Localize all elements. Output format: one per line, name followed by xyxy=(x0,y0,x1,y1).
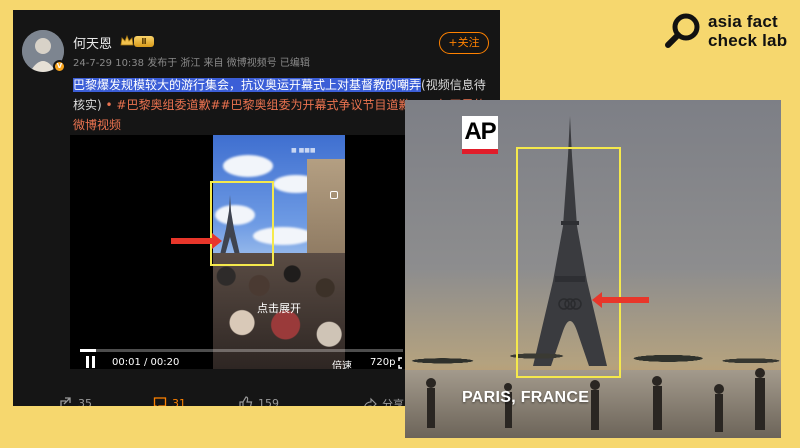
comment-count: 31 xyxy=(172,396,186,407)
ap-photo: AP PARIS, FRANCE xyxy=(405,100,781,438)
progress-bar[interactable] xyxy=(80,349,403,352)
ap-logo-text: AP xyxy=(464,118,496,145)
quality-button[interactable]: 720p xyxy=(370,357,395,368)
comment-button[interactable]: 31 xyxy=(153,396,186,406)
speed-button[interactable]: 倍速 xyxy=(332,357,352,369)
share-count-button[interactable]: 35 xyxy=(59,396,92,406)
location-caption: PARIS, FRANCE xyxy=(462,389,590,406)
post-hashtags[interactable]: • #巴黎奥组委道歉##巴黎奥组委为开幕式争议节目道歉# xyxy=(102,98,421,112)
video-watermark: ■ ■■■ xyxy=(291,147,316,154)
share-button[interactable]: 分享 xyxy=(363,396,404,406)
magnifier-icon xyxy=(665,13,700,48)
arrow-left-icon xyxy=(601,297,649,303)
level-badge: Ⅱ xyxy=(134,36,154,47)
like-count: 159 xyxy=(258,396,279,407)
cloud xyxy=(223,155,273,177)
building xyxy=(307,159,345,259)
follow-button[interactable]: +关注 xyxy=(439,32,489,54)
playback-time: 00:01 / 00:20 xyxy=(112,357,180,368)
share-count: 35 xyxy=(78,396,92,407)
highlight-box-ap xyxy=(516,147,621,378)
post-text-highlighted: 巴黎爆发规模较大的游行集会，抗议奥运开幕式上对基督教的嘲弄 xyxy=(73,78,422,92)
username[interactable]: 何天恩 xyxy=(73,33,112,52)
comment-icon xyxy=(153,397,167,406)
post-meta: 24-7-29 10:38 发布于 浙江 来自 微博视频号 已编辑 xyxy=(73,58,310,69)
video-player[interactable]: ■ ■■■ 点击展开 00:01 / 00:20 倍速 720p xyxy=(70,135,411,369)
ap-logo-bar xyxy=(462,149,498,154)
share-arrow-icon xyxy=(364,397,377,406)
brand-line-1: asia fact xyxy=(708,12,778,31)
highlight-box-video xyxy=(210,181,274,266)
ap-logo: AP xyxy=(462,116,498,154)
thumbs-up-icon xyxy=(239,396,253,406)
crown-icon xyxy=(120,35,134,46)
arrow-right-icon xyxy=(171,233,222,249)
instagram-icon xyxy=(330,191,338,199)
share-label: 分享 xyxy=(382,398,404,406)
pause-icon[interactable] xyxy=(85,356,97,368)
progress-fill xyxy=(80,349,97,352)
share-icon xyxy=(60,397,71,406)
like-button[interactable]: 159 xyxy=(239,396,279,406)
verified-badge: V xyxy=(53,60,66,73)
asia-fact-check-lab-logo: asia fact check lab xyxy=(664,10,796,52)
brand-line-2: check lab xyxy=(708,31,788,50)
expand-button[interactable]: 点击展开 xyxy=(213,300,345,316)
